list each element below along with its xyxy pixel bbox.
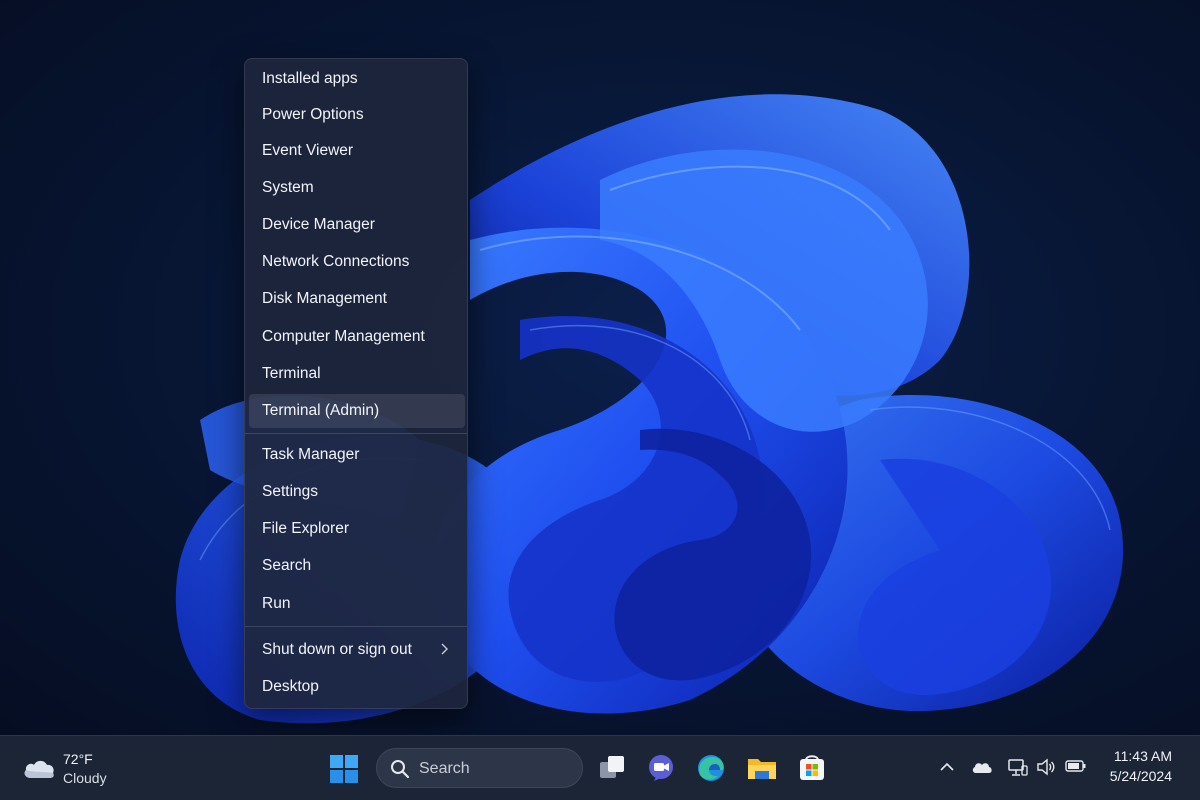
menu-item-label: Installed apps [262, 70, 358, 87]
task-view-icon[interactable] [596, 751, 630, 785]
network-icon[interactable] [1007, 758, 1029, 778]
clock-date: 5/24/2024 [1109, 768, 1172, 784]
menu-item-label: File Explorer [262, 520, 349, 537]
weather-widget[interactable]: 72°F Cloudy [20, 748, 130, 790]
weather-condition: Cloudy [63, 770, 107, 786]
menu-item-label: Task Manager [262, 446, 360, 463]
menu-divider [245, 626, 467, 627]
menu-item-label: Computer Management [262, 328, 425, 345]
menu-item-search[interactable]: Search [249, 549, 465, 583]
clock-time: 11:43 AM [1113, 748, 1172, 764]
edge-icon[interactable] [694, 751, 728, 785]
taskbar-clock[interactable]: 11:43 AM 5/24/2024 [1110, 748, 1172, 784]
menu-item-label: Network Connections [262, 253, 410, 270]
menu-item-label: Power Options [262, 106, 364, 123]
menu-item-desktop[interactable]: Desktop [249, 670, 465, 704]
windows-start-icon[interactable] [327, 752, 361, 786]
menu-item-run[interactable]: Run [249, 587, 465, 621]
menu-item-label: System [262, 179, 314, 196]
menu-item-label: Search [262, 557, 312, 574]
menu-item-settings[interactable]: Settings [249, 475, 465, 509]
menu-item-shut-down-or-sign-out[interactable]: Shut down or sign out [249, 633, 465, 667]
menu-item-label: Terminal (Admin) [262, 402, 380, 419]
bloom-artwork [175, 94, 1124, 724]
menu-item-system[interactable]: System [249, 171, 465, 205]
menu-item-label: Run [262, 595, 291, 612]
taskbar-search-box[interactable]: Search [376, 748, 583, 788]
menu-item-device-manager[interactable]: Device Manager [249, 208, 465, 242]
menu-item-power-options[interactable]: Power Options [249, 98, 465, 132]
desktop-wallpaper [0, 0, 1200, 735]
menu-divider [245, 433, 467, 434]
cloud-icon [24, 760, 54, 778]
menu-item-label: Shut down or sign out [262, 641, 412, 658]
menu-item-computer-management[interactable]: Computer Management [249, 320, 465, 354]
volume-icon[interactable] [1036, 758, 1056, 776]
folder-icon[interactable] [745, 751, 779, 785]
menu-item-label: Event Viewer [262, 142, 354, 159]
menu-item-label: Terminal [262, 365, 321, 382]
winx-context-menu: Installed apps Power Options Event Viewe… [244, 58, 468, 709]
menu-item-terminal[interactable]: Terminal [249, 357, 465, 391]
taskbar: 72°F Cloudy Search 11:43 AM 5/24/2024 [0, 735, 1200, 800]
search-icon [391, 760, 410, 779]
onedrive-icon[interactable] [971, 758, 993, 776]
menu-item-label: Device Manager [262, 216, 375, 233]
meet-icon[interactable] [644, 751, 678, 785]
menu-item-event-viewer[interactable]: Event Viewer [249, 134, 465, 168]
menu-item-label: Disk Management [262, 290, 387, 307]
menu-item-label: Settings [262, 483, 319, 500]
menu-item-task-manager[interactable]: Task Manager [249, 438, 465, 472]
weather-temperature: 72°F [63, 751, 93, 767]
menu-item-terminal-admin[interactable]: Terminal (Admin) [249, 394, 465, 428]
chevron-up-icon[interactable] [938, 758, 956, 776]
menu-item-disk-management[interactable]: Disk Management [249, 282, 465, 316]
menu-item-file-explorer[interactable]: File Explorer [249, 512, 465, 546]
chevron-right-icon [441, 643, 448, 655]
menu-item-installed-apps[interactable]: Installed apps [249, 62, 465, 96]
search-label: Search [419, 760, 470, 777]
menu-item-label: Desktop [262, 678, 319, 695]
battery-icon[interactable] [1065, 758, 1087, 774]
menu-item-network-connections[interactable]: Network Connections [249, 245, 465, 279]
store-icon[interactable] [795, 751, 829, 785]
